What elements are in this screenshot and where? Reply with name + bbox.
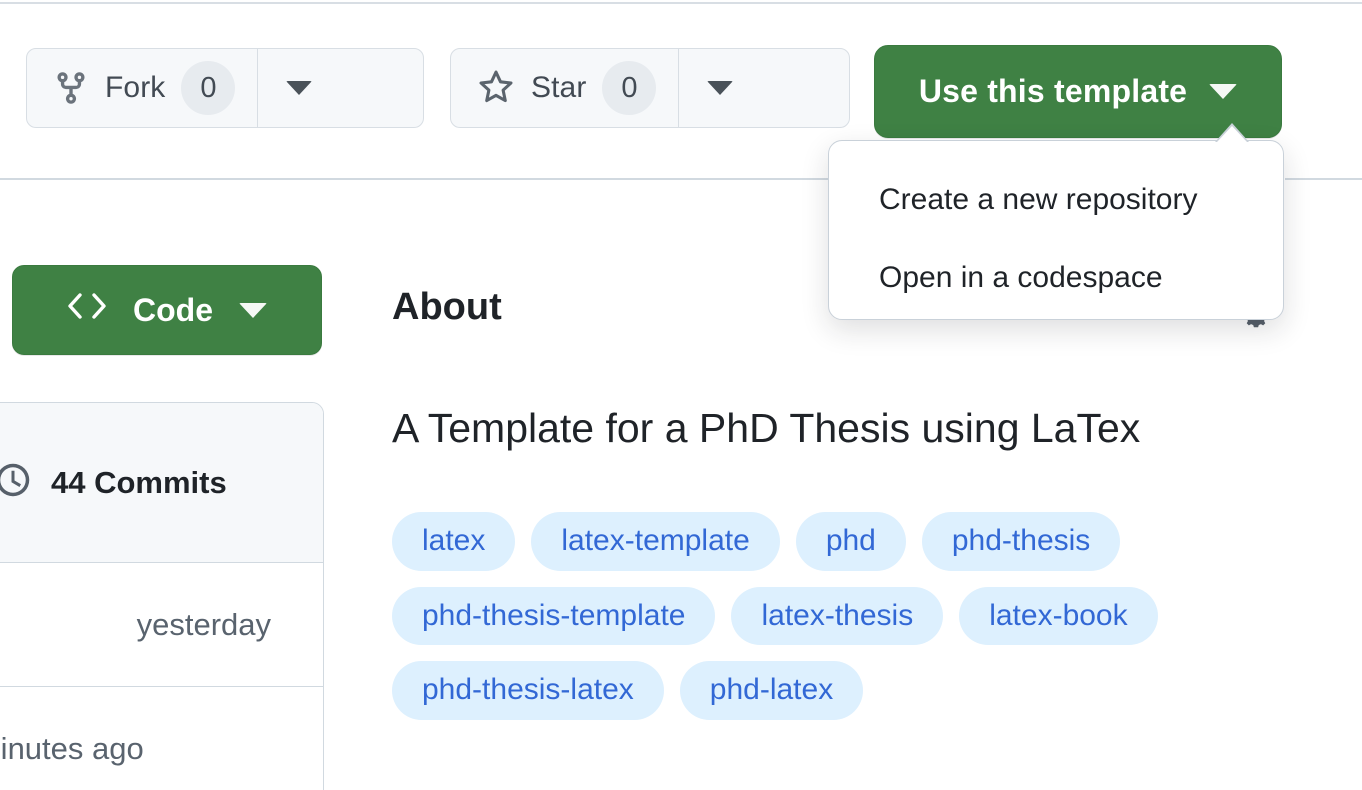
topics-list: latex latex-template phd phd-thesis phd-…	[392, 512, 1292, 720]
use-this-template-label: Use this template	[918, 73, 1188, 109]
fork-count: 0	[181, 61, 236, 115]
commit-row[interactable]: 8 minutes ago	[0, 687, 323, 790]
commit-time: yesterday	[136, 606, 271, 642]
star-icon	[477, 69, 515, 107]
code-button-label: Code	[133, 291, 213, 328]
star-button-label: Star	[531, 71, 587, 104]
about-description: A Template for a PhD Thesis using LaTex	[392, 405, 1141, 451]
fork-button-label: Fork	[105, 71, 166, 104]
github-repo-page: Fork 0 Star 0 Use this template Create a…	[0, 0, 1362, 790]
commits-header[interactable]: 44 Commits	[0, 403, 323, 563]
header-divider	[0, 178, 834, 180]
use-this-template-button[interactable]: Use this template	[874, 45, 1282, 138]
commit-row[interactable]: yesterday	[0, 563, 323, 687]
topic-chip[interactable]: latex	[392, 512, 516, 571]
top-divider	[0, 2, 1362, 4]
code-icon	[67, 291, 107, 329]
code-button[interactable]: Code	[12, 265, 322, 355]
fork-button[interactable]: Fork 0	[26, 48, 424, 128]
chevron-down-icon	[1209, 84, 1238, 99]
menu-item-label: Open in a codespace	[879, 261, 1163, 294]
use-this-template-menu: Create a new repository Open in a codesp…	[828, 123, 1284, 320]
commits-count-label: 44 Commits	[51, 464, 227, 500]
menu-item-open-in-codespace[interactable]: Open in a codespace	[829, 239, 1283, 317]
topic-chip[interactable]: latex-thesis	[731, 586, 944, 645]
menu-item-create-new-repository[interactable]: Create a new repository	[829, 161, 1283, 239]
commits-panel: 44 Commits yesterday 8 minutes ago	[0, 402, 324, 790]
fork-dropdown-toggle[interactable]	[258, 49, 340, 127]
commit-time: 8 minutes ago	[0, 731, 144, 766]
topic-chip[interactable]: phd-thesis	[921, 512, 1121, 571]
topic-chip[interactable]: phd-thesis-latex	[392, 661, 664, 720]
topic-chip[interactable]: phd	[795, 512, 906, 571]
history-icon	[0, 460, 33, 505]
topic-chip[interactable]: phd-latex	[679, 661, 864, 720]
fork-button-main[interactable]: Fork 0	[27, 49, 257, 127]
about-heading: About	[392, 286, 502, 328]
topic-chip[interactable]: latex-template	[531, 512, 780, 571]
star-dropdown-toggle[interactable]	[679, 49, 761, 127]
topic-chip[interactable]: latex-book	[959, 586, 1158, 645]
chevron-down-icon	[239, 302, 267, 318]
menu-item-label: Create a new repository	[879, 183, 1198, 216]
repo-forked-icon	[53, 70, 89, 106]
star-button[interactable]: Star 0	[450, 48, 850, 128]
star-count: 0	[602, 61, 657, 115]
chevron-down-icon	[286, 81, 313, 95]
chevron-down-icon	[707, 81, 734, 95]
header-divider-right	[1285, 178, 1362, 180]
topic-chip[interactable]: phd-thesis-template	[392, 586, 716, 645]
star-button-main[interactable]: Star 0	[451, 49, 678, 127]
